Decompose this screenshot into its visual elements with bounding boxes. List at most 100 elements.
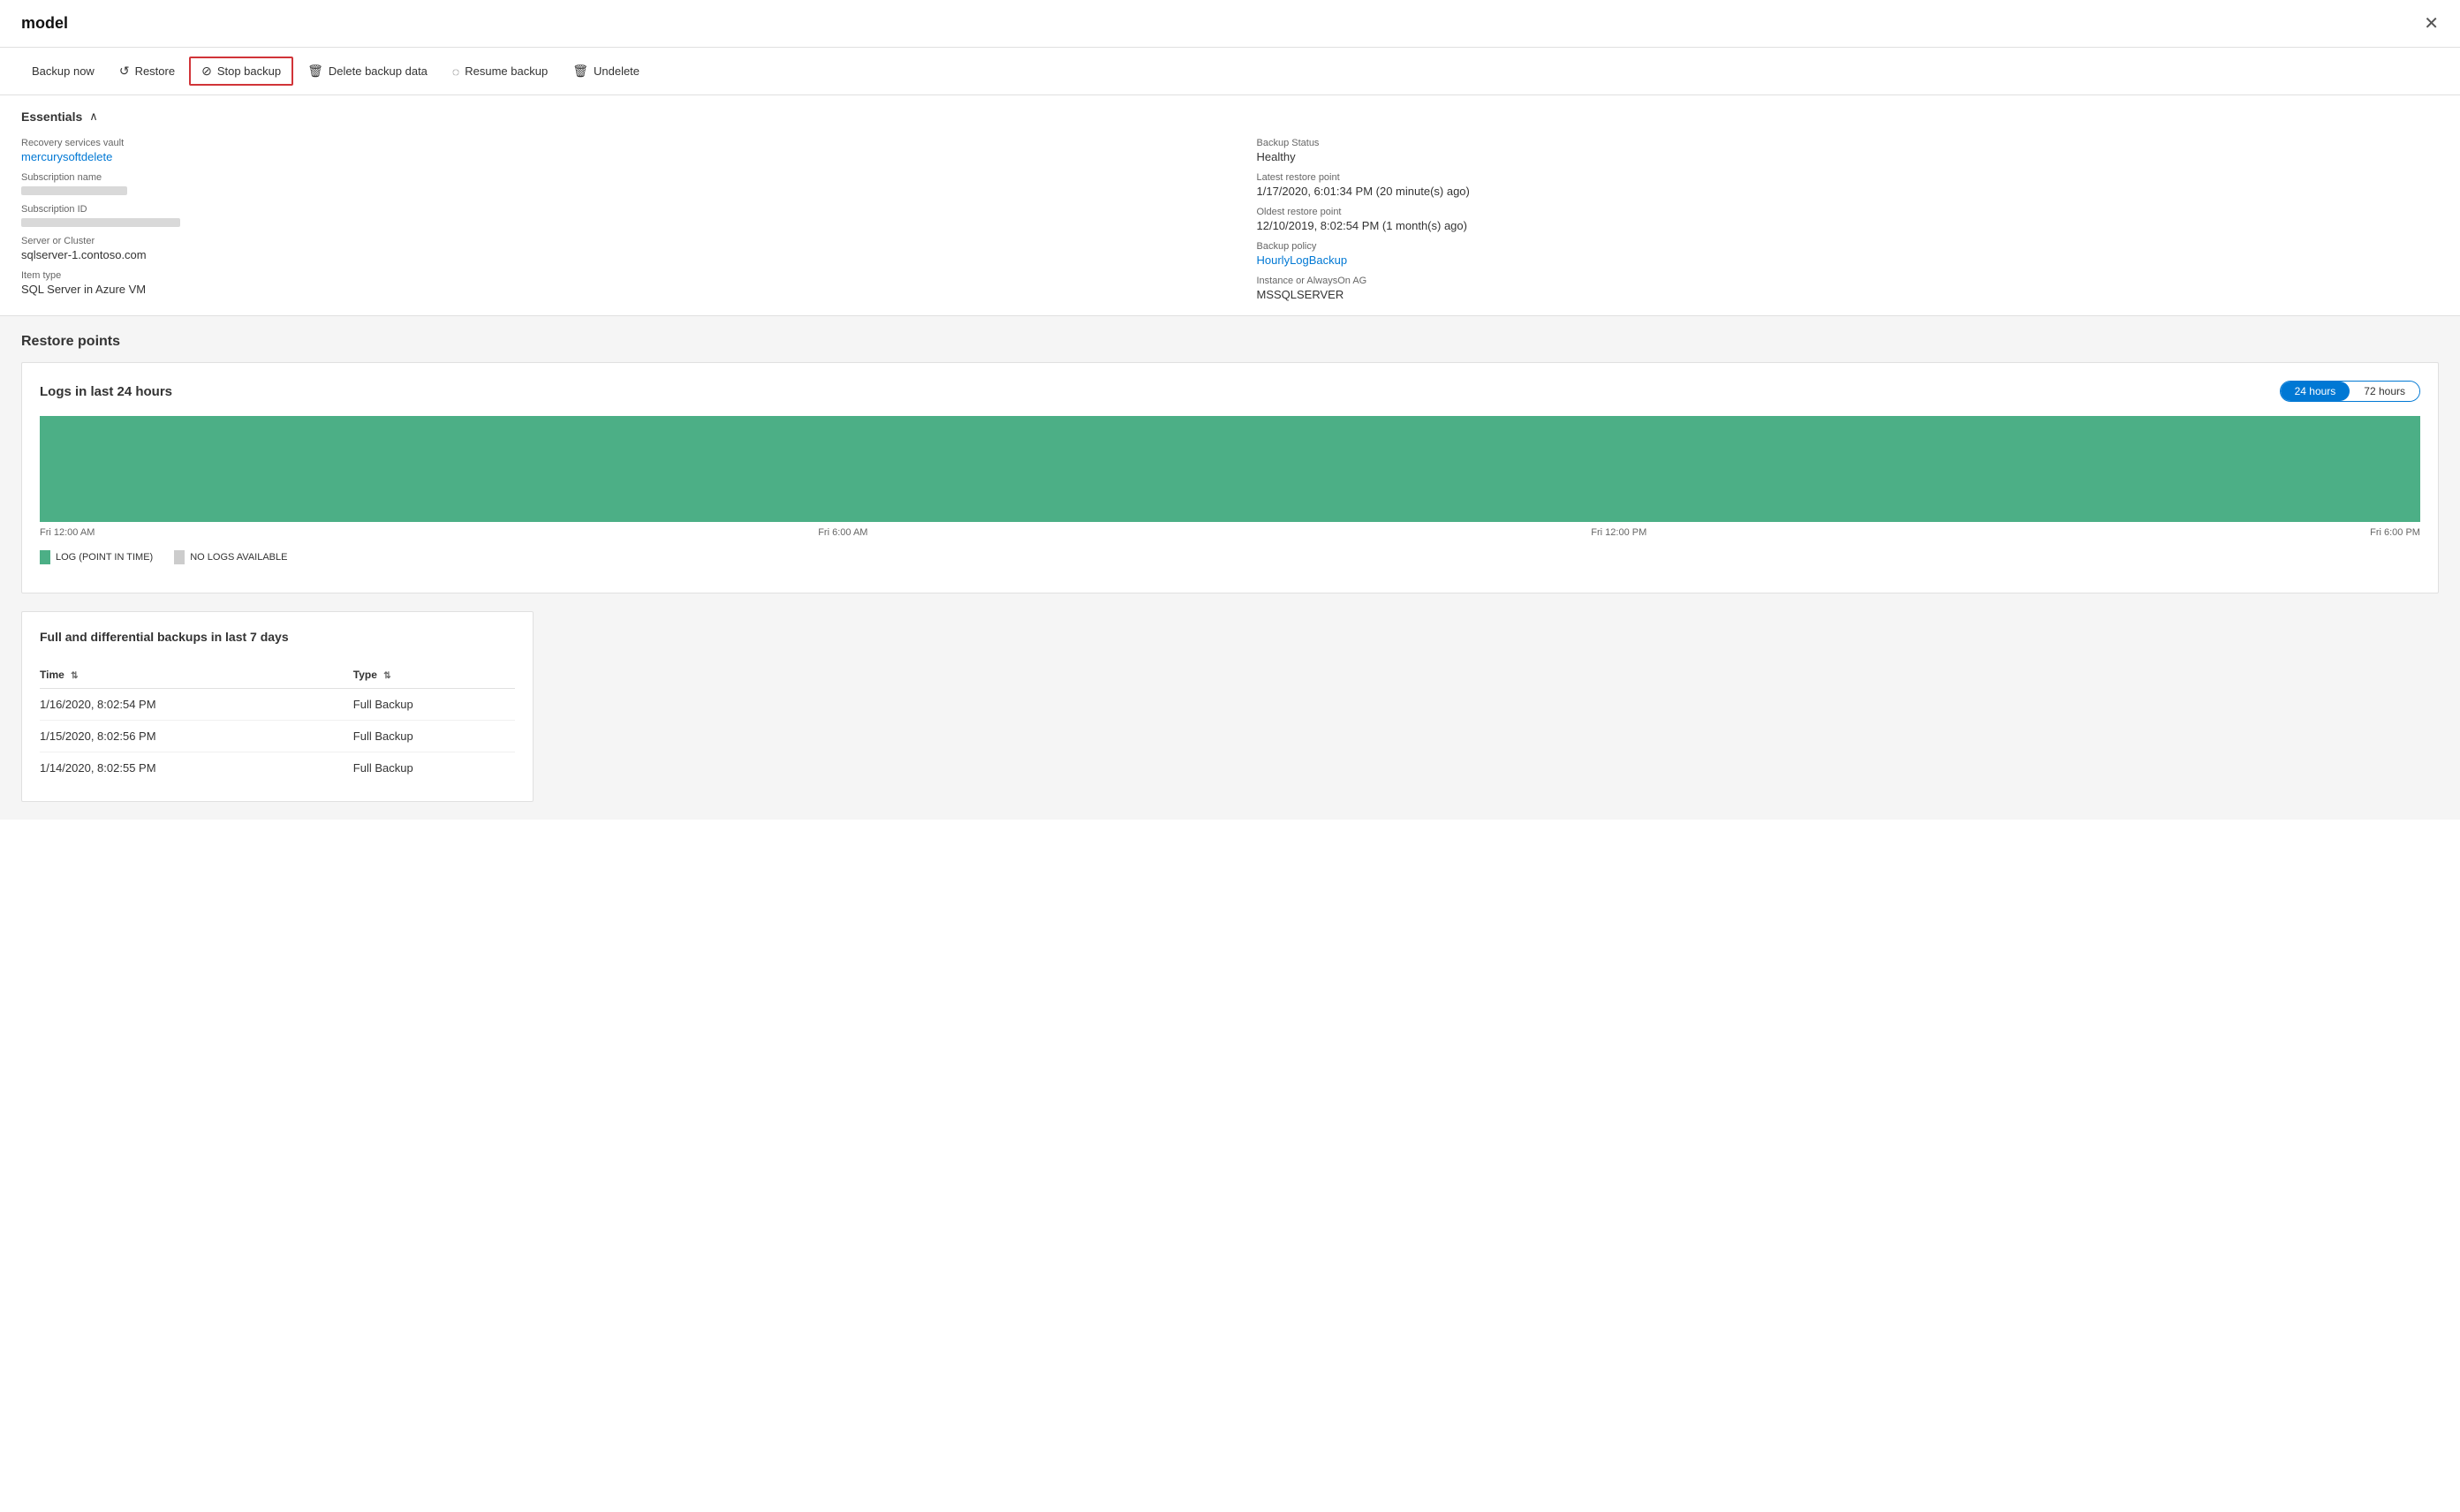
type-sort-icon: ⇅ — [383, 671, 390, 681]
table-header-row: Time ⇅ Type ⇅ — [40, 662, 515, 689]
subscription-id-placeholder — [21, 218, 180, 227]
logs-chart-title: Logs in last 24 hours — [40, 384, 172, 399]
table-cell-type: Full Backup — [353, 752, 515, 784]
vault-label: Recovery services vault — [21, 138, 1204, 148]
window-title: model — [21, 14, 68, 33]
essentials-item-server: Server or Cluster sqlserver-1.contoso.co… — [21, 236, 1204, 261]
backup-policy-label: Backup policy — [1257, 241, 2440, 252]
essentials-title: Essentials — [21, 110, 82, 124]
delete-backup-label: Delete backup data — [329, 64, 428, 78]
undelete-button[interactable]: 🗑 Undelete — [562, 58, 650, 84]
item-type-label: Item type — [21, 270, 1204, 281]
table-cell-time: 1/14/2020, 8:02:55 PM — [40, 752, 353, 784]
essentials-item-vault: Recovery services vault mercurysoftdelet… — [21, 138, 1204, 163]
essentials-header[interactable]: Essentials ∧ — [21, 110, 2439, 124]
chart-label-0: Fri 12:00 AM — [40, 527, 95, 538]
essentials-item-subscription-name: Subscription name — [21, 172, 1204, 195]
main-window: model ✕ Backup now ↺ Restore ⊘ Stop back… — [0, 0, 2460, 1512]
backup-policy-value[interactable]: HourlyLogBackup — [1257, 253, 2440, 267]
close-button[interactable]: ✕ — [2424, 12, 2439, 34]
essentials-chevron-icon: ∧ — [89, 110, 98, 124]
time-toggle: 24 hours 72 hours — [2280, 381, 2420, 402]
restore-points-card: Logs in last 24 hours 24 hours 72 hours … — [21, 362, 2439, 593]
essentials-item-oldest-restore: Oldest restore point 12/10/2019, 8:02:54… — [1257, 207, 2440, 232]
oldest-restore-label: Oldest restore point — [1257, 207, 2440, 217]
24-hours-button[interactable]: 24 hours — [2281, 382, 2350, 401]
table-cell-type: Full Backup — [353, 689, 515, 721]
essentials-grid: Recovery services vault mercurysoftdelet… — [21, 138, 2439, 301]
table-card: Full and differential backups in last 7 … — [21, 611, 534, 802]
backups-table: Time ⇅ Type ⇅ 1/16/2020, 8:02:54 PMFull … — [40, 662, 515, 783]
table-card-title: Full and differential backups in last 7 … — [40, 630, 515, 644]
title-bar: model ✕ — [0, 0, 2460, 48]
essentials-item-type: Item type SQL Server in Azure VM — [21, 270, 1204, 296]
server-value: sqlserver-1.contoso.com — [21, 248, 1204, 261]
server-label: Server or Cluster — [21, 236, 1204, 246]
essentials-item-latest-restore: Latest restore point 1/17/2020, 6:01:34 … — [1257, 172, 2440, 198]
instance-label: Instance or AlwaysOn AG — [1257, 276, 2440, 286]
chart-green-bar — [40, 416, 2420, 522]
latest-restore-value: 1/17/2020, 6:01:34 PM (20 minute(s) ago) — [1257, 185, 2440, 198]
restore-icon: ↺ — [119, 64, 130, 79]
main-content: Restore points Logs in last 24 hours 24 … — [0, 316, 2460, 820]
time-sort-icon: ⇅ — [71, 671, 78, 681]
72-hours-button[interactable]: 72 hours — [2350, 382, 2419, 401]
table-row: 1/14/2020, 8:02:55 PMFull Backup — [40, 752, 515, 784]
essentials-left-column: Recovery services vault mercurysoftdelet… — [21, 138, 1204, 301]
chart-label-2: Fri 12:00 PM — [1591, 527, 1646, 538]
essentials-section: Essentials ∧ Recovery services vault mer… — [0, 95, 2460, 316]
chart-legend: LOG (POINT IN TIME) NO LOGS AVAILABLE — [40, 550, 2420, 564]
backup-now-button[interactable]: Backup now — [21, 59, 105, 83]
legend-color-green — [40, 550, 50, 564]
item-type-value: SQL Server in Azure VM — [21, 283, 1204, 296]
chart-area: Fri 12:00 AM Fri 6:00 AM Fri 12:00 PM Fr… — [40, 416, 2420, 564]
time-column-header[interactable]: Time ⇅ — [40, 662, 353, 689]
type-column-header[interactable]: Type ⇅ — [353, 662, 515, 689]
undelete-label: Undelete — [594, 64, 640, 78]
essentials-item-backup-policy: Backup policy HourlyLogBackup — [1257, 241, 2440, 267]
table-cell-type: Full Backup — [353, 721, 515, 752]
essentials-right-column: Backup Status Healthy Latest restore poi… — [1257, 138, 2440, 301]
toolbar: Backup now ↺ Restore ⊘ Stop backup 🗑 Del… — [0, 48, 2460, 95]
chart-bar-container — [40, 416, 2420, 522]
backup-status-label: Backup Status — [1257, 138, 2440, 148]
subscription-name-label: Subscription name — [21, 172, 1204, 183]
resume-backup-button[interactable]: ◌ Resume backup — [442, 59, 558, 84]
chart-label-3: Fri 6:00 PM — [2370, 527, 2420, 538]
legend-item-log: LOG (POINT IN TIME) — [40, 550, 153, 564]
time-column-label: Time — [40, 669, 64, 681]
restore-button[interactable]: ↺ Restore — [109, 58, 185, 84]
restore-points-title: Restore points — [21, 334, 2439, 350]
restore-label: Restore — [135, 64, 176, 78]
legend-label-no-logs: NO LOGS AVAILABLE — [190, 552, 287, 563]
legend-item-no-logs: NO LOGS AVAILABLE — [174, 550, 287, 564]
type-column-label: Type — [353, 669, 377, 681]
stop-backup-button[interactable]: ⊘ Stop backup — [189, 57, 293, 86]
stop-backup-label: Stop backup — [217, 64, 281, 78]
restore-card-header: Logs in last 24 hours 24 hours 72 hours — [40, 381, 2420, 402]
backup-now-label: Backup now — [32, 64, 95, 78]
subscription-id-label: Subscription ID — [21, 204, 1204, 215]
legend-label-log: LOG (POINT IN TIME) — [56, 552, 153, 563]
vault-value[interactable]: mercurysoftdelete — [21, 150, 1204, 163]
instance-value: MSSQLSERVER — [1257, 288, 2440, 301]
stop-backup-icon: ⊘ — [201, 64, 212, 79]
table-cell-time: 1/15/2020, 8:02:56 PM — [40, 721, 353, 752]
essentials-item-instance: Instance or AlwaysOn AG MSSQLSERVER — [1257, 276, 2440, 301]
chart-labels: Fri 12:00 AM Fri 6:00 AM Fri 12:00 PM Fr… — [40, 522, 2420, 543]
essentials-item-subscription-id: Subscription ID — [21, 204, 1204, 227]
table-row: 1/16/2020, 8:02:54 PMFull Backup — [40, 689, 515, 721]
chart-label-1: Fri 6:00 AM — [818, 527, 867, 538]
oldest-restore-value: 12/10/2019, 8:02:54 PM (1 month(s) ago) — [1257, 219, 2440, 232]
essentials-item-backup-status: Backup Status Healthy — [1257, 138, 2440, 163]
latest-restore-label: Latest restore point — [1257, 172, 2440, 183]
table-row: 1/15/2020, 8:02:56 PMFull Backup — [40, 721, 515, 752]
subscription-name-placeholder — [21, 186, 127, 195]
resume-icon: ◌ — [452, 64, 459, 79]
legend-color-gray — [174, 550, 185, 564]
resume-backup-label: Resume backup — [465, 64, 548, 78]
undelete-icon: 🗑 — [572, 64, 588, 79]
delete-backup-data-button[interactable]: 🗑 Delete backup data — [297, 58, 438, 84]
delete-icon: 🗑 — [307, 64, 323, 79]
table-cell-time: 1/16/2020, 8:02:54 PM — [40, 689, 353, 721]
